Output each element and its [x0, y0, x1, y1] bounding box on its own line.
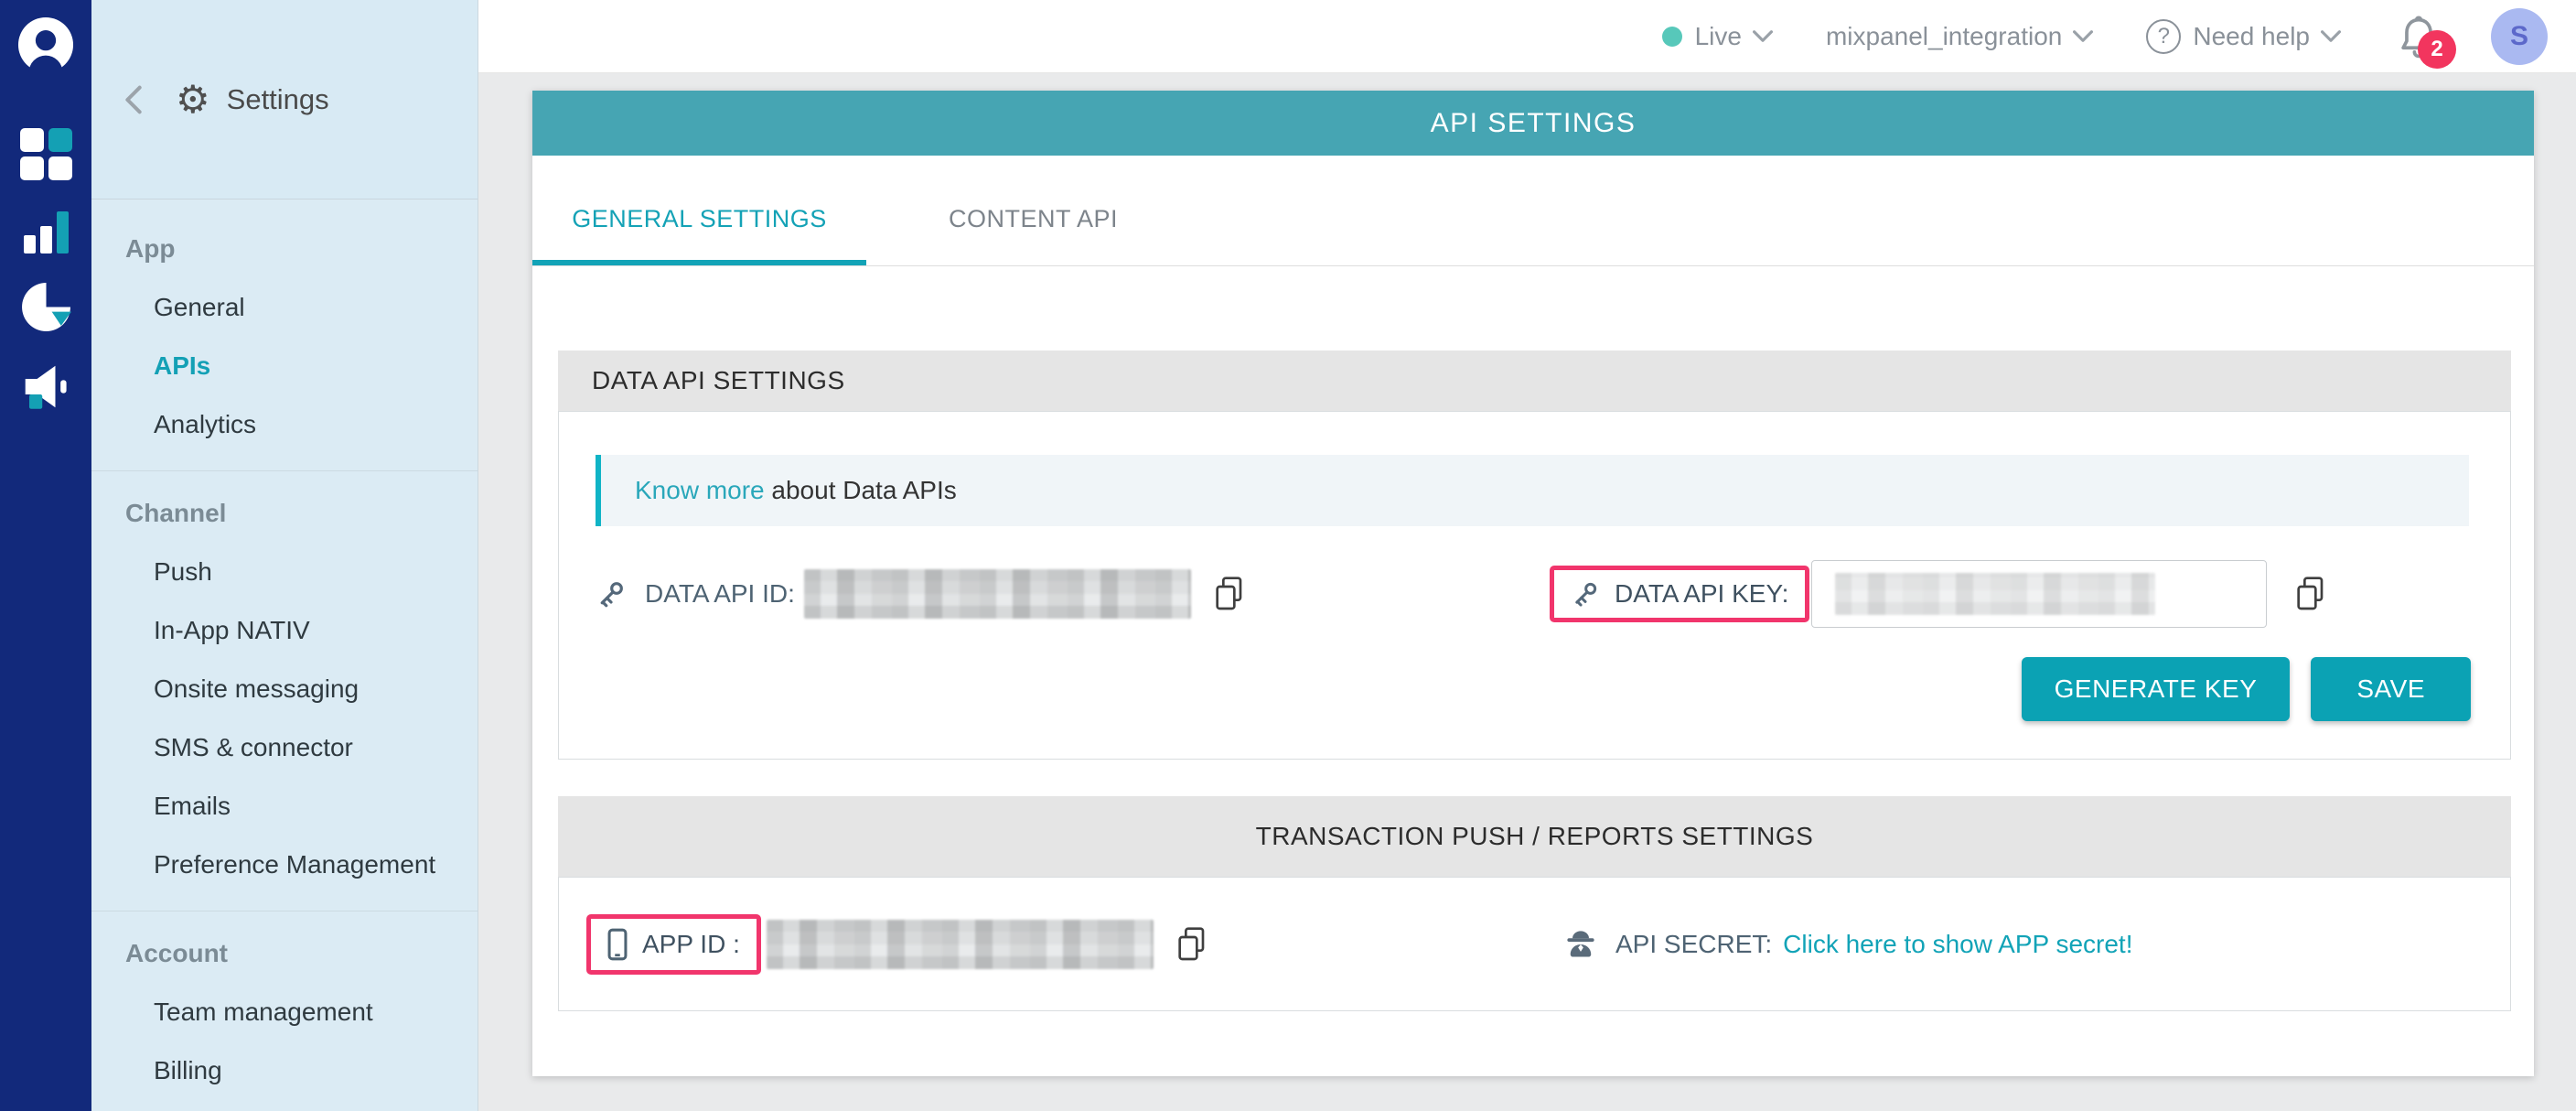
know-more-link[interactable]: Know more — [635, 476, 765, 504]
api-credentials-row: DATA API ID: — [559, 560, 2510, 628]
transaction-settings-header: TRANSACTION PUSH / REPORTS SETTINGS — [558, 796, 2511, 877]
key-icon — [596, 578, 627, 609]
question-mark-icon: ? — [2146, 19, 2181, 54]
tab-bar: GENERAL SETTINGS CONTENT API — [532, 156, 2534, 266]
data-api-settings-section: Know more about Data APIs — [558, 411, 2511, 760]
know-more-text: about Data APIs — [765, 476, 957, 504]
sidebar-item-analytics[interactable]: Analytics — [91, 395, 478, 454]
api-secret-label: API SECRET: — [1615, 930, 1772, 959]
nav-rail — [0, 0, 91, 1111]
section-header-account: Account — [91, 924, 478, 983]
copy-icon[interactable] — [1213, 576, 1246, 612]
section-header-app: App — [91, 220, 478, 278]
show-app-secret-link[interactable]: Click here to show APP secret! — [1783, 930, 2132, 959]
need-help-dropdown[interactable]: ? Need help — [2146, 19, 2341, 54]
sidebar-item-sms-connector[interactable]: SMS & connector — [91, 718, 478, 777]
app-id-annotation-box: APP ID : — [586, 914, 761, 975]
sidebar-item-onsite-messaging[interactable]: Onsite messaging — [91, 660, 478, 718]
reports-pie-chart-icon[interactable] — [20, 281, 72, 333]
main-content: API SETTINGS GENERAL SETTINGS CONTENT AP… — [478, 74, 2576, 1111]
data-api-key-annotation-box: DATA API KEY: — [1550, 566, 1809, 622]
settings-sidebar: ⚙ Settings App General APIs Analytics Ch… — [91, 0, 478, 1111]
avatar-logo-icon — [17, 16, 74, 73]
live-label: Live — [1695, 22, 1742, 51]
app-id-field: APP ID : — [586, 914, 1564, 975]
settings-header: ⚙ Settings — [91, 0, 478, 200]
chevron-down-icon — [2321, 30, 2341, 42]
data-api-key-value-redacted — [1835, 573, 2155, 615]
data-api-id-value-redacted — [804, 569, 1191, 619]
sidebar-item-general[interactable]: General — [91, 278, 478, 337]
api-settings-card: API SETTINGS GENERAL SETTINGS CONTENT AP… — [532, 91, 2534, 1076]
save-button[interactable]: SAVE — [2311, 657, 2471, 721]
divider — [91, 470, 478, 471]
notifications-bell[interactable]: 2 — [2398, 14, 2440, 59]
need-help-label: Need help — [2193, 22, 2310, 51]
user-avatar[interactable]: S — [2491, 8, 2548, 65]
brand-logo[interactable] — [17, 16, 74, 73]
secret-agent-icon — [1564, 928, 1597, 961]
copy-icon[interactable] — [1175, 926, 1208, 963]
sidebar-item-team-management[interactable]: Team management — [91, 983, 478, 1041]
card-body: DATA API SETTINGS Know more about Data A… — [532, 266, 2534, 1011]
analytics-bar-chart-icon[interactable] — [20, 208, 72, 253]
app-id-label: APP ID : — [642, 930, 740, 959]
action-buttons-row: GENERATE KEY SAVE — [559, 657, 2510, 721]
notification-count-badge: 2 — [2418, 30, 2456, 69]
section-header-channel: Channel — [91, 484, 478, 543]
topbar: Live mixpanel_integration ? Need help — [478, 0, 2576, 73]
data-api-id-label: DATA API ID: — [645, 579, 795, 609]
app-id-value-redacted — [767, 920, 1154, 969]
project-name: mixpanel_integration — [1826, 22, 2062, 51]
tab-general-settings[interactable]: GENERAL SETTINGS — [532, 156, 866, 265]
sidebar-item-apis[interactable]: APIs — [91, 337, 478, 395]
transaction-settings-section: APP ID : — [558, 877, 2511, 1011]
sidebar-item-preference-management[interactable]: Preference Management — [91, 836, 478, 894]
mobile-phone-icon — [607, 928, 628, 961]
sidebar-item-billing[interactable]: Billing — [91, 1041, 478, 1100]
copy-icon[interactable] — [2294, 576, 2327, 612]
data-api-key-label: DATA API KEY: — [1615, 579, 1788, 609]
know-more-infobar: Know more about Data APIs — [596, 455, 2469, 526]
settings-title: Settings — [227, 83, 329, 116]
data-api-key-field: DATA API KEY: — [1550, 560, 2327, 628]
live-status-dot — [1662, 27, 1682, 47]
data-api-key-input[interactable] — [1811, 560, 2267, 628]
sidebar-item-push[interactable]: Push — [91, 543, 478, 601]
dashboard-grid-icon[interactable] — [20, 128, 72, 180]
tab-content-api[interactable]: CONTENT API — [866, 156, 1200, 265]
settings-nav: App General APIs Analytics Channel Push … — [91, 200, 478, 1100]
project-dropdown[interactable]: mixpanel_integration — [1826, 22, 2093, 51]
data-api-id-field: DATA API ID: — [596, 569, 1550, 619]
api-secret-field: API SECRET: Click here to show APP secre… — [1564, 928, 2133, 961]
chevron-down-icon — [1753, 30, 1773, 42]
rail-icon-list — [20, 128, 72, 440]
data-api-settings-header: DATA API SETTINGS — [558, 351, 2511, 411]
sidebar-item-inapp-nativ[interactable]: In-App NATIV — [91, 601, 478, 660]
page-title-banner: API SETTINGS — [532, 91, 2534, 156]
campaigns-megaphone-icon[interactable] — [20, 361, 72, 413]
back-chevron-icon[interactable] — [124, 84, 143, 115]
generate-key-button[interactable]: GENERATE KEY — [2022, 657, 2291, 721]
environment-dropdown[interactable]: Live — [1662, 22, 1773, 51]
chevron-down-icon — [2073, 30, 2093, 42]
key-icon — [1571, 579, 1600, 609]
gear-icon: ⚙ — [176, 81, 210, 119]
sidebar-item-emails[interactable]: Emails — [91, 777, 478, 836]
